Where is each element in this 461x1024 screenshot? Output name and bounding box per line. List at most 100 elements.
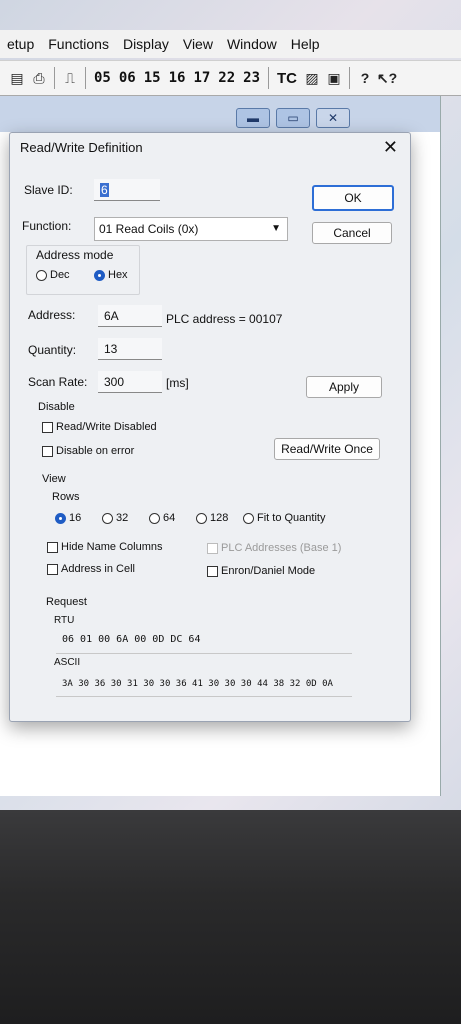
dialog-title: Read/Write Definition bbox=[20, 140, 143, 155]
checkbox-icon bbox=[47, 563, 58, 575]
scan-rate-unit: [ms] bbox=[166, 376, 189, 390]
rows-32-label: 32 bbox=[116, 512, 129, 524]
menu-functions[interactable]: Functions bbox=[41, 36, 116, 52]
menu-view[interactable]: View bbox=[176, 36, 220, 52]
address-mode-hex-radio[interactable]: Hex bbox=[94, 269, 128, 281]
hide-name-columns-label: Hide Name Columns bbox=[61, 541, 163, 553]
scan-rate-label: Scan Rate: bbox=[28, 375, 88, 389]
apply-button[interactable]: Apply bbox=[306, 376, 382, 398]
minimize-button[interactable]: ▬ bbox=[236, 108, 270, 128]
restore-button[interactable]: ▭ bbox=[276, 108, 310, 128]
function-16-button[interactable]: 16 bbox=[167, 70, 188, 86]
disable-on-error-checkbox[interactable]: Disable on error bbox=[42, 445, 134, 457]
radio-unselected-icon bbox=[149, 512, 160, 524]
read-write-disabled-checkbox[interactable]: Read/Write Disabled bbox=[42, 421, 157, 433]
menu-bar: etup Functions Display View Window Help bbox=[0, 30, 461, 58]
menu-display[interactable]: Display bbox=[116, 36, 176, 52]
disconnect-icon[interactable]: ⎙ bbox=[30, 69, 48, 87]
function-06-button[interactable]: 06 bbox=[117, 70, 138, 86]
hex-label: Hex bbox=[108, 269, 128, 281]
radio-selected-icon bbox=[55, 512, 66, 524]
toolbar-separator bbox=[268, 67, 270, 89]
function-05-button[interactable]: 05 bbox=[92, 70, 113, 86]
address-mode-dec-radio[interactable]: Dec bbox=[36, 269, 70, 281]
window-controls: ▬ ▭ ✕ bbox=[236, 108, 350, 128]
quantity-field[interactable]: 13 bbox=[98, 338, 162, 360]
radio-unselected-icon bbox=[36, 269, 47, 281]
toolbar-separator bbox=[54, 67, 55, 89]
radio-unselected-icon bbox=[196, 512, 207, 524]
read-write-once-button[interactable]: Read/Write Once bbox=[274, 438, 380, 460]
chart-icon[interactable]: ▨ bbox=[303, 69, 321, 87]
help-icon[interactable]: ? bbox=[356, 69, 374, 87]
cancel-button[interactable]: Cancel bbox=[312, 222, 392, 244]
read-once-icon[interactable]: ⎍ bbox=[61, 69, 79, 87]
rows-16-radio[interactable]: 16 bbox=[55, 512, 81, 524]
checkbox-icon bbox=[207, 565, 218, 577]
background-window-titlebar bbox=[0, 96, 440, 132]
ascii-label: ASCII bbox=[54, 657, 81, 668]
address-in-cell-checkbox[interactable]: Address in Cell bbox=[47, 563, 135, 575]
dialog-close-icon[interactable]: ✕ bbox=[383, 137, 398, 158]
enron-daniel-mode-label: Enron/Daniel Mode bbox=[221, 565, 316, 577]
rtu-request-value: 06 01 00 6A 00 0D DC 64 bbox=[62, 634, 201, 645]
request-label: Request bbox=[46, 596, 87, 608]
read-write-disabled-label: Read/Write Disabled bbox=[56, 421, 157, 433]
radio-unselected-icon bbox=[243, 512, 254, 524]
monitor-icon[interactable]: ▣ bbox=[325, 69, 343, 87]
read-write-definition-dialog: Read/Write Definition ✕ Slave ID: 6 OK C… bbox=[9, 132, 411, 722]
divider bbox=[56, 653, 352, 654]
screen: etup Functions Display View Window Help … bbox=[0, 0, 461, 810]
view-label: View bbox=[42, 473, 66, 485]
function-23-button[interactable]: 23 bbox=[241, 70, 262, 86]
dec-label: Dec bbox=[50, 269, 70, 281]
chevron-down-icon: ▼ bbox=[271, 223, 281, 234]
function-15-button[interactable]: 15 bbox=[142, 70, 163, 86]
scan-rate-field[interactable]: 300 bbox=[98, 371, 162, 393]
function-22-button[interactable]: 22 bbox=[216, 70, 237, 86]
function-label: Function: bbox=[22, 219, 72, 233]
menu-setup[interactable]: etup bbox=[0, 36, 41, 52]
address-field[interactable]: 6A bbox=[98, 305, 162, 327]
rtu-label: RTU bbox=[54, 615, 75, 626]
divider bbox=[56, 696, 352, 697]
checkbox-icon bbox=[42, 445, 53, 457]
connect-icon[interactable]: ▤ bbox=[8, 69, 26, 87]
plc-addresses-base1-label: PLC Addresses (Base 1) bbox=[221, 542, 342, 554]
plc-address-text: PLC address = 00107 bbox=[166, 312, 283, 326]
close-window-button[interactable]: ✕ bbox=[316, 108, 350, 128]
whats-this-icon[interactable]: ↖? bbox=[377, 69, 397, 87]
menu-help[interactable]: Help bbox=[284, 36, 327, 52]
rows-label: Rows bbox=[52, 491, 80, 503]
plc-addresses-base1-checkbox: PLC Addresses (Base 1) bbox=[207, 542, 341, 554]
function-value: 01 Read Coils (0x) bbox=[99, 222, 199, 236]
ascii-request-value: 3A 30 36 30 31 30 30 36 41 30 30 30 44 3… bbox=[62, 679, 333, 689]
toolbar-separator bbox=[349, 67, 351, 89]
rows-fit-to-quantity-radio[interactable]: Fit to Quantity bbox=[243, 512, 325, 524]
rows-64-radio[interactable]: 64 bbox=[149, 512, 175, 524]
function-17-button[interactable]: 17 bbox=[191, 70, 212, 86]
checkbox-icon bbox=[47, 541, 58, 553]
enron-daniel-mode-checkbox[interactable]: Enron/Daniel Mode bbox=[207, 565, 315, 577]
toolbar-separator bbox=[85, 67, 86, 89]
quantity-label: Quantity: bbox=[28, 343, 77, 357]
function-select[interactable]: 01 Read Coils (0x) ▼ bbox=[94, 217, 288, 241]
address-in-cell-label: Address in Cell bbox=[61, 563, 135, 575]
slave-id-label: Slave ID: bbox=[24, 183, 73, 197]
menu-window[interactable]: Window bbox=[220, 36, 284, 52]
tc-button[interactable]: TC bbox=[275, 70, 299, 87]
monitor-bezel bbox=[0, 810, 461, 1024]
slave-id-field[interactable]: 6 bbox=[94, 179, 160, 201]
disable-on-error-label: Disable on error bbox=[56, 445, 135, 457]
rows-32-radio[interactable]: 32 bbox=[102, 512, 128, 524]
hide-name-columns-checkbox[interactable]: Hide Name Columns bbox=[47, 541, 162, 553]
rows-64-label: 64 bbox=[163, 512, 176, 524]
slave-id-value: 6 bbox=[100, 183, 109, 197]
disable-label: Disable bbox=[38, 401, 75, 413]
checkbox-icon bbox=[207, 542, 218, 554]
radio-unselected-icon bbox=[102, 512, 113, 524]
ok-button[interactable]: OK bbox=[312, 185, 394, 211]
rows-128-radio[interactable]: 128 bbox=[196, 512, 228, 524]
rows-16-label: 16 bbox=[69, 512, 82, 524]
address-label: Address: bbox=[28, 308, 76, 322]
